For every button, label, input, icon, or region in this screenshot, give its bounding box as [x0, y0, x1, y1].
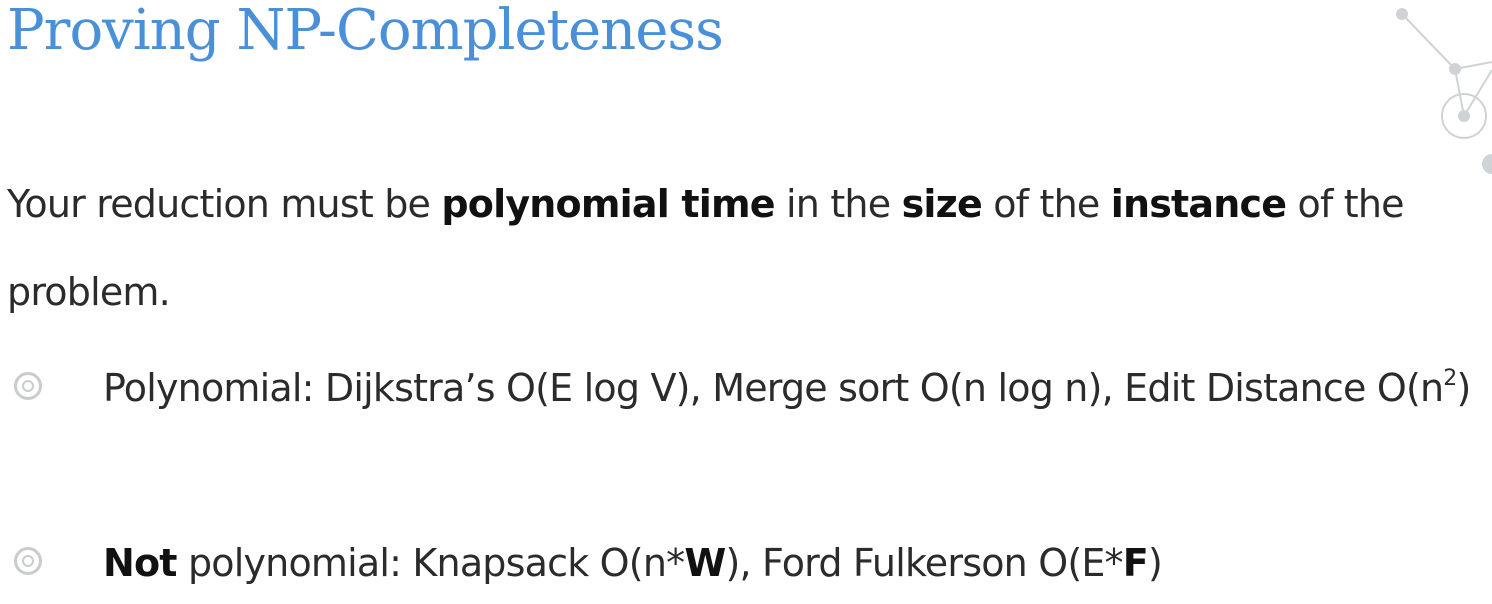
intro-bold-size: size: [901, 182, 983, 226]
bullet-not-polynomial-text: Not polynomial: Knapsack O(n*W), Ford Fu…: [103, 520, 1483, 604]
double-circle-bullet-icon: [14, 372, 42, 400]
intro-text-2: in the: [774, 182, 902, 226]
double-circle-bullet-icon: [14, 547, 42, 575]
not-poly-text-2: ), Ford Fulkerson O(E*: [725, 541, 1123, 585]
bold-not: Not: [103, 541, 177, 585]
bullet-polynomial-main: Polynomial: Dijkstra’s O(E log V), Merge…: [103, 366, 1444, 410]
bold-f: F: [1122, 541, 1149, 585]
slide: Proving NP-Completeness Your reduction m…: [0, 0, 1492, 604]
superscript-two: 2: [1443, 366, 1457, 391]
bullet-polynomial-text: Polynomial: Dijkstra’s O(E log V), Merge…: [103, 345, 1483, 431]
not-poly-text-3: ): [1147, 541, 1163, 585]
intro-text-1: Your reduction must be: [7, 182, 442, 226]
intro-bold-instance: instance: [1110, 182, 1287, 226]
intro-paragraph: Your reduction must be polynomial time i…: [7, 160, 1492, 336]
intro-bold-polynomial-time: polynomial time: [441, 182, 775, 226]
slide-title: Proving NP-Completeness: [7, 0, 724, 63]
bold-w: W: [684, 541, 726, 585]
intro-text-3: of the: [981, 182, 1111, 226]
not-poly-text-1: polynomial: Knapsack O(n*: [176, 541, 685, 585]
bullet-polynomial-tail: ): [1456, 366, 1472, 410]
